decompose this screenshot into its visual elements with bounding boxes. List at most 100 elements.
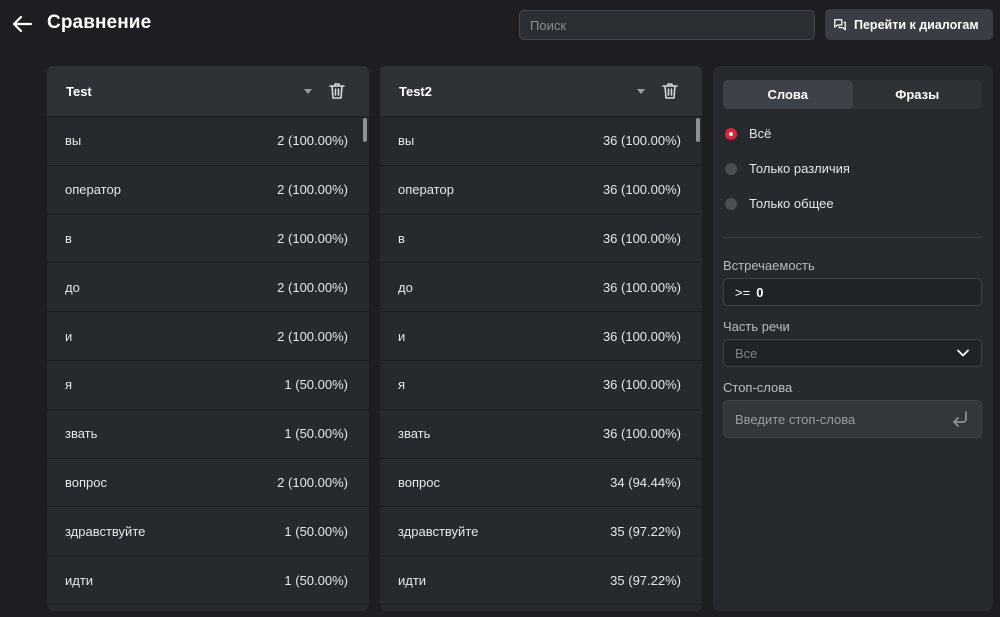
list-item: и 2 (100.00%) <box>47 312 369 361</box>
trash-icon[interactable] <box>660 81 680 101</box>
chat-bubbles-icon <box>834 18 846 30</box>
caret-down-icon[interactable] <box>303 86 313 96</box>
list-item: здравствуйте 1 (50.00%) <box>47 507 369 557</box>
count: 36 (100.00%) <box>602 182 681 198</box>
count: 2 (100.00%) <box>277 474 348 490</box>
word: я <box>398 377 406 393</box>
word: звать <box>65 426 98 442</box>
comparison-column-test2: Test2 вы 36 (100.00%) оператор 36 (100.00%… <box>380 66 702 611</box>
word: вопрос <box>398 474 440 490</box>
count: 36 (100.00%) <box>602 133 681 149</box>
part-of-speech-value: Все <box>735 345 758 361</box>
count: 35 (97.22%) <box>610 572 681 588</box>
word: здравствуйте <box>65 523 146 539</box>
filter-option-differences[interactable]: Только различия <box>725 161 850 176</box>
count: 2 (100.00%) <box>277 230 348 246</box>
word: до <box>65 279 80 295</box>
page-title: Сравнение <box>47 12 152 33</box>
count: 2 (100.00%) <box>277 182 348 198</box>
word: в <box>65 230 72 246</box>
search-input[interactable] <box>519 10 815 40</box>
count: 1 (50.00%) <box>284 523 348 539</box>
column-title: Test2 <box>399 83 432 99</box>
stopwords-input[interactable] <box>735 411 935 427</box>
count: 36 (100.00%) <box>602 426 681 442</box>
list-item: звать 1 (50.00%) <box>47 410 369 459</box>
list-item: здравствуйте 35 (97.22%) <box>380 507 702 557</box>
frequency-input[interactable]: >= 0 <box>723 278 982 306</box>
filter-label: Только общее <box>749 196 834 211</box>
radio[interactable] <box>725 162 737 175</box>
radio-selected[interactable] <box>725 127 737 140</box>
list-item: в 2 (100.00%) <box>47 215 369 264</box>
go-to-dialogs-button[interactable]: Перейти к диалогам <box>825 9 993 40</box>
word-list: вы 2 (100.00%) оператор 2 (100.00%) в 2 (10… <box>47 117 369 605</box>
count: 1 (50.00%) <box>284 426 348 442</box>
column-title: Test <box>66 83 92 99</box>
filter-label: Только различия <box>749 161 850 176</box>
scrollbar[interactable] <box>363 118 367 142</box>
stopwords-field <box>723 400 982 438</box>
part-of-speech-select[interactable]: Все <box>723 339 982 367</box>
list-item: в 36 (100.00%) <box>380 215 702 264</box>
word: вы <box>65 133 82 149</box>
enter-icon[interactable] <box>950 409 970 429</box>
stopwords-label: Стоп-слова <box>723 380 793 395</box>
count: 2 (100.00%) <box>277 328 348 344</box>
caret-down-icon[interactable] <box>636 86 646 96</box>
list-item: до 2 (100.00%) <box>47 263 369 313</box>
word: оператор <box>65 182 121 198</box>
divider <box>723 237 982 238</box>
tab-words[interactable]: Слова <box>723 80 853 109</box>
radio[interactable] <box>725 197 737 210</box>
count: 2 (100.00%) <box>277 133 348 149</box>
column-header: Test <box>47 66 369 117</box>
word: оператор <box>398 182 454 198</box>
frequency-value: 0 <box>756 284 764 300</box>
part-of-speech-label: Часть речи <box>723 319 790 334</box>
count: 1 (50.00%) <box>284 377 348 393</box>
count: 1 (50.00%) <box>284 572 348 588</box>
tab-phrases[interactable]: Фразы <box>853 80 983 109</box>
comparison-column-test: Test вы 2 (100.00%) оператор 2 (100.00%) в… <box>47 66 369 611</box>
list-item: я 36 (100.00%) <box>380 361 702 410</box>
word: вы <box>398 133 415 149</box>
list-item: идти 35 (97.22%) <box>380 556 702 605</box>
count: 36 (100.00%) <box>602 279 681 295</box>
word: до <box>398 279 413 295</box>
word-list: вы 36 (100.00%) оператор 36 (100.00%) в 36 … <box>380 117 702 605</box>
count: 2 (100.00%) <box>277 279 348 295</box>
list-item: я 1 (50.00%) <box>47 361 369 410</box>
filter-label: Всё <box>749 126 772 141</box>
column-header: Test2 <box>380 66 702 117</box>
filter-panel: Слова Фразы Всё Только различия Только о… <box>713 66 993 611</box>
filter-option-all[interactable]: Всё <box>725 126 771 141</box>
frequency-operator: >= <box>735 284 751 300</box>
filter-option-common[interactable]: Только общее <box>725 196 834 211</box>
list-item: оператор 2 (100.00%) <box>47 166 369 215</box>
back-arrow-icon[interactable] <box>10 12 34 36</box>
count: 36 (100.00%) <box>602 377 681 393</box>
header: Сравнение Перейти к диалогам <box>0 0 1000 50</box>
list-item: вы 36 (100.00%) <box>380 117 702 166</box>
word: и <box>65 328 73 344</box>
list-item: до 36 (100.00%) <box>380 263 702 313</box>
word: я <box>65 377 73 393</box>
word: идти <box>398 572 427 588</box>
word: вопрос <box>65 474 107 490</box>
count: 34 (94.44%) <box>610 474 681 490</box>
trash-icon[interactable] <box>327 81 347 101</box>
scrollbar[interactable] <box>696 118 700 142</box>
list-item: оператор 36 (100.00%) <box>380 166 702 215</box>
frequency-label: Встречаемость <box>723 258 815 273</box>
list-item: вопрос 34 (94.44%) <box>380 459 702 508</box>
word: звать <box>398 426 431 442</box>
list-item: и 36 (100.00%) <box>380 312 702 361</box>
mode-tabs: Слова Фразы <box>723 80 982 109</box>
count: 35 (97.22%) <box>610 523 681 539</box>
count: 36 (100.00%) <box>602 328 681 344</box>
word: здравствуйте <box>398 523 479 539</box>
go-to-dialogs-label: Перейти к диалогам <box>854 17 979 32</box>
list-item: вопрос 2 (100.00%) <box>47 459 369 508</box>
chevron-down-icon <box>957 349 969 357</box>
